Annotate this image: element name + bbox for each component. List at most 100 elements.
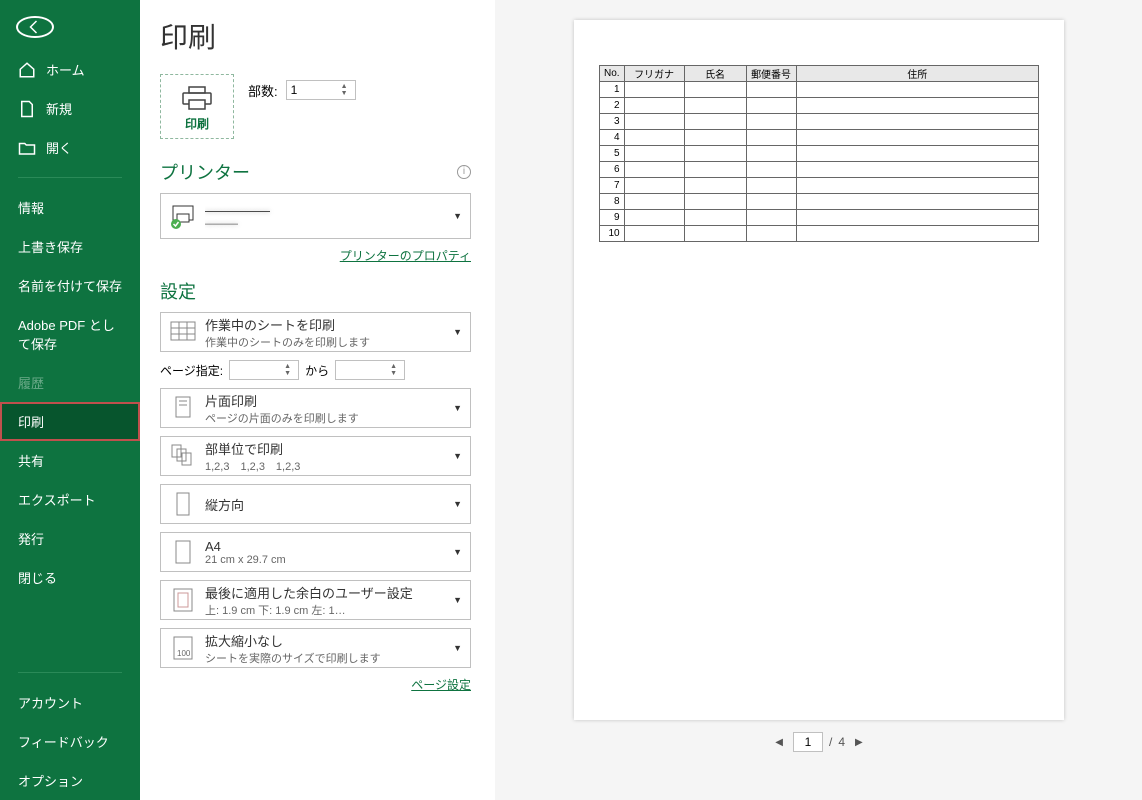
spinner-down-icon[interactable]: ▼ [390, 370, 402, 377]
copies-label: 部数: [248, 81, 278, 100]
margins-dropdown[interactable]: 最後に適用した余白のユーザー設定上: 1.9 cm 下: 1.9 cm 左: 1… [160, 580, 471, 620]
portrait-icon [169, 490, 197, 518]
table-row: 2 [600, 98, 1039, 114]
next-page-button[interactable]: ▶ [851, 737, 867, 748]
nav-save[interactable]: 上書き保存 [0, 227, 140, 266]
pager-total: 4 [838, 735, 845, 749]
print-what-dropdown[interactable]: 作業中のシートを印刷作業中のシートのみを印刷します ▼ [160, 312, 471, 352]
nav-adobe-label: Adobe PDF として保存 [18, 315, 122, 353]
page-range-label: ページ指定: [160, 362, 223, 379]
orientation-dropdown[interactable]: 縦方向 ▼ [160, 484, 471, 524]
page-setup-link[interactable]: ページ設定 [411, 678, 471, 692]
spinner-up-icon[interactable]: ▲ [341, 83, 353, 90]
table-row: 8 [600, 194, 1039, 210]
page-range-to-label: から [305, 362, 329, 379]
pager-sep: / [829, 735, 832, 749]
back-button[interactable] [16, 16, 54, 38]
sheet-grid-icon [169, 318, 197, 346]
preview-col-header: 氏名 [684, 66, 746, 82]
table-row: 7 [600, 178, 1039, 194]
nav-home-label: ホーム [46, 60, 85, 79]
preview-col-header: No. [600, 66, 625, 82]
nav-publish[interactable]: 発行 [0, 519, 140, 558]
back-arrow-icon [26, 18, 44, 36]
spinner-down-icon[interactable]: ▼ [284, 370, 296, 377]
copies-spinner[interactable]: ▲▼ [286, 80, 356, 100]
backstage-sidebar: ホーム 新規 開く 情報 上書き保存 名前を付けて保存 Adobe PDF とし… [0, 0, 140, 800]
table-row: 5 [600, 146, 1039, 162]
table-row: 10 [600, 226, 1039, 242]
settings-section-title: 設定 [160, 278, 471, 304]
preview-pager: ◀ / 4 ▶ [771, 732, 866, 752]
home-icon [18, 61, 36, 79]
table-row: 6 [600, 162, 1039, 178]
nav-share-label: 共有 [18, 451, 44, 470]
scale-icon: 100 [169, 634, 197, 662]
nav-open[interactable]: 開く [0, 128, 140, 167]
nav-feedback-label: フィードバック [18, 732, 109, 751]
nav-saveas[interactable]: 名前を付けて保存 [0, 266, 140, 305]
nav-new[interactable]: 新規 [0, 89, 140, 128]
nav-info[interactable]: 情報 [0, 188, 140, 227]
nav-close-label: 閉じる [18, 568, 57, 587]
nav-options-label: オプション [18, 771, 83, 790]
nav-print-label: 印刷 [18, 412, 44, 431]
scale-dropdown[interactable]: 100 拡大縮小なしシートを実際のサイズで印刷します ▼ [160, 628, 471, 668]
preview-page: No.フリガナ氏名郵便番号住所 12345678910 [574, 20, 1064, 720]
duplex-dropdown[interactable]: 片面印刷ページの片面のみを印刷します ▼ [160, 388, 471, 428]
preview-table: No.フリガナ氏名郵便番号住所 12345678910 [599, 65, 1039, 242]
nav-export-label: エクスポート [18, 490, 96, 509]
chevron-down-icon: ▼ [453, 327, 462, 337]
spinner-up-icon[interactable]: ▲ [390, 363, 402, 370]
nav-options[interactable]: オプション [0, 761, 140, 800]
printer-status: ——— [205, 218, 453, 230]
document-icon [18, 100, 36, 118]
nav-new-label: 新規 [46, 99, 72, 118]
nav-account[interactable]: アカウント [0, 683, 140, 722]
collate-dropdown[interactable]: 部単位で印刷1,2,3 1,2,3 1,2,3 ▼ [160, 436, 471, 476]
spinner-down-icon[interactable]: ▼ [341, 90, 353, 97]
nav-publish-label: 発行 [18, 529, 44, 548]
collate-icon [169, 442, 197, 470]
nav-open-label: 開く [46, 138, 72, 157]
printer-dropdown[interactable]: ————— ——— ▼ [160, 193, 471, 239]
chevron-down-icon: ▼ [453, 451, 462, 461]
nav-history: 履歴 [0, 363, 140, 402]
nav-save-label: 上書き保存 [18, 237, 83, 256]
print-settings-panel: 印刷 印刷 部数: ▲▼ プリンター i ————— ——— [140, 0, 495, 800]
page-title: 印刷 [160, 16, 471, 56]
nav-home[interactable]: ホーム [0, 50, 140, 89]
nav-info-label: 情報 [18, 198, 44, 217]
nav-close[interactable]: 閉じる [0, 558, 140, 597]
nav-print[interactable]: 印刷 [0, 402, 140, 441]
spinner-up-icon[interactable]: ▲ [284, 363, 296, 370]
nav-share[interactable]: 共有 [0, 441, 140, 480]
printer-status-icon [169, 202, 197, 230]
page-to-spinner[interactable]: ▲▼ [335, 360, 405, 380]
nav-divider [18, 177, 122, 178]
printer-properties-link[interactable]: プリンターのプロパティ [340, 249, 471, 263]
chevron-down-icon: ▼ [453, 211, 462, 221]
nav-feedback[interactable]: フィードバック [0, 722, 140, 761]
info-icon[interactable]: i [457, 165, 471, 179]
nav-saveas-label: 名前を付けて保存 [18, 276, 122, 295]
chevron-down-icon: ▼ [453, 595, 462, 605]
nav-export[interactable]: エクスポート [0, 480, 140, 519]
chevron-down-icon: ▼ [453, 499, 462, 509]
table-row: 9 [600, 210, 1039, 226]
table-row: 1 [600, 82, 1039, 98]
page-from-spinner[interactable]: ▲▼ [229, 360, 299, 380]
nav-account-label: アカウント [18, 693, 83, 712]
print-button[interactable]: 印刷 [160, 74, 234, 139]
printer-name: ————— [205, 203, 453, 218]
nav-adobe-pdf[interactable]: Adobe PDF として保存 [0, 305, 140, 363]
nav-divider-2 [18, 672, 122, 673]
paper-size-dropdown[interactable]: A421 cm x 29.7 cm ▼ [160, 532, 471, 572]
main-area: 印刷 印刷 部数: ▲▼ プリンター i ————— ——— [140, 0, 1142, 800]
chevron-down-icon: ▼ [453, 643, 462, 653]
preview-col-header: 住所 [796, 66, 1038, 82]
page-single-icon [169, 394, 197, 422]
svg-text:100: 100 [177, 649, 191, 658]
page-number-input[interactable] [793, 732, 823, 752]
prev-page-button[interactable]: ◀ [771, 737, 787, 748]
